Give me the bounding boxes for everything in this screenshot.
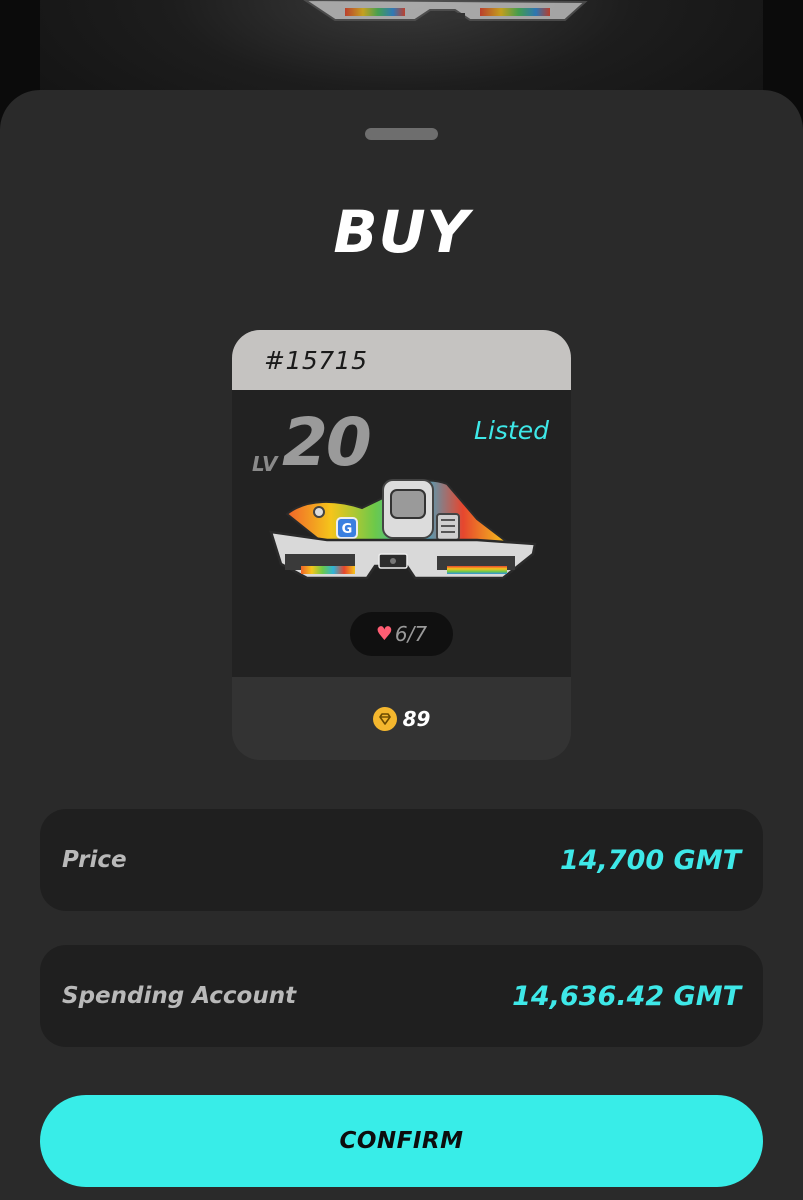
card-body: LV 20 Listed G ♥ 6/7	[232, 390, 571, 677]
gem-coin-icon	[372, 706, 397, 731]
level-value: 20	[282, 404, 372, 481]
svg-text:G: G	[342, 522, 353, 537]
buy-bottom-sheet: BUY #15715 LV 20 Listed G ♥ 6/7 89 Price…	[0, 90, 803, 1200]
sneaker-image: G	[267, 474, 539, 592]
heart-icon: ♥	[375, 622, 393, 645]
drag-handle[interactable]	[365, 128, 438, 140]
durability-value: 6/7	[394, 622, 428, 646]
background-sneaker-image	[295, 0, 595, 28]
price-value: 14,700 GMT	[559, 844, 741, 876]
price-label: Price	[62, 847, 127, 873]
spending-account-value: 14,636.42 GMT	[512, 980, 741, 1012]
confirm-button[interactable]: CONFIRM	[40, 1095, 763, 1187]
sneaker-card: #15715 LV 20 Listed G ♥ 6/7 89	[232, 330, 571, 760]
price-row: Price 14,700 GMT	[40, 809, 763, 911]
spending-account-row: Spending Account 14,636.42 GMT	[40, 945, 763, 1047]
gem-value: 89	[402, 706, 431, 731]
buy-screen: BUY #15715 LV 20 Listed G ♥ 6/7 89 Price…	[0, 0, 803, 1200]
sneaker-id: #15715	[264, 345, 368, 375]
sheet-title: BUY	[333, 198, 470, 266]
listing-status: Listed	[474, 416, 549, 445]
durability-badge: ♥ 6/7	[350, 612, 453, 656]
card-header: #15715	[232, 330, 571, 390]
spending-account-label: Spending Account	[62, 983, 297, 1009]
card-footer: 89	[232, 677, 571, 760]
level-label: LV	[252, 452, 278, 476]
